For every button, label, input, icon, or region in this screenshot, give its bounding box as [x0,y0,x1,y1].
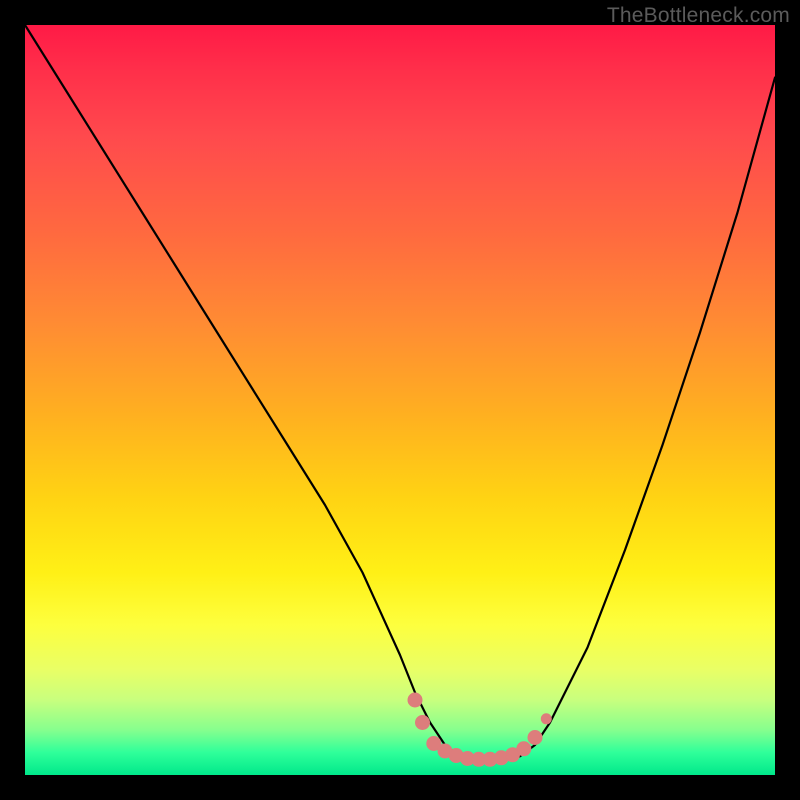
chart-plot-area [25,25,775,775]
curve-marker [541,714,551,724]
curve-marker [528,731,542,745]
watermark-text: TheBottleneck.com [607,4,790,28]
bottleneck-curve [25,25,775,760]
curve-marker [517,742,531,756]
chart-svg [25,25,775,775]
curve-marker [416,716,430,730]
chart-frame: TheBottleneck.com [0,0,800,800]
curve-markers [408,693,551,766]
curve-marker [408,693,422,707]
